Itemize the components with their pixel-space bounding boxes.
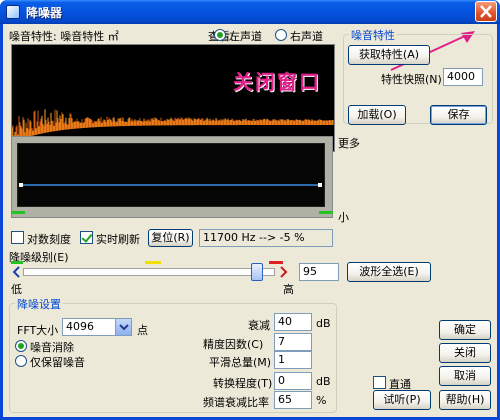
- frequency-readout: 11700 Hz --> -5 %: [199, 229, 333, 247]
- level-low-label: 低: [11, 283, 22, 296]
- precision-label: 精度因数(C): [203, 338, 264, 351]
- dialog-window: 降噪器 噪音特性: 噪音特性 ㎡ 查看: 左声道 右声道 关闭窗口: [0, 0, 500, 420]
- level-high-label: 高: [283, 283, 294, 296]
- close-window-annotation: 关闭窗口: [233, 70, 321, 94]
- preview-button[interactable]: 试听(P): [373, 390, 431, 410]
- curve-handle-left: [19, 183, 23, 187]
- curve-handle-right: [318, 183, 322, 187]
- left-channel-label: 左声道: [229, 30, 262, 43]
- snapshot-input[interactable]: 4000: [443, 68, 483, 86]
- more-label[interactable]: 更多: [338, 135, 360, 151]
- spectral-unit: %: [316, 394, 327, 407]
- noise-settings-group-title: 降噪设置: [15, 296, 63, 312]
- fft-unit-label: 点: [137, 324, 148, 337]
- smooth-input[interactable]: 1: [274, 351, 312, 369]
- log-scale-label: 对数刻度: [27, 233, 71, 246]
- level-marker-yellow: [145, 261, 161, 264]
- transition-label: 转换程度(T): [213, 377, 273, 390]
- green-marker-right: [319, 211, 333, 214]
- close-window-button[interactable]: [475, 1, 497, 22]
- app-icon: [6, 5, 20, 19]
- close-button[interactable]: 关闭: [439, 343, 491, 363]
- cancel-button[interactable]: 取消: [439, 366, 491, 386]
- spectral-input[interactable]: 65: [274, 391, 312, 409]
- level-slider-thumb[interactable]: [251, 263, 263, 281]
- load-button[interactable]: 加载(O): [348, 105, 406, 125]
- noise-profile-label: 噪音特性: 噪音特性 ㎡: [9, 30, 119, 43]
- transition-input[interactable]: 0: [274, 372, 312, 390]
- ok-button[interactable]: 确定: [439, 320, 491, 340]
- chevron-left-icon: [12, 266, 20, 278]
- realtime-label: 实时刷新: [96, 233, 140, 246]
- noise-remove-label: 噪音消除: [30, 341, 74, 354]
- noise-profile-group-title: 噪音特性: [349, 27, 397, 43]
- fft-size-value: 4096: [66, 320, 94, 333]
- spectral-label: 频谱衰减比率: [203, 396, 269, 409]
- curve-graph: [19, 183, 322, 187]
- reduce-label: 衰减: [248, 319, 270, 332]
- help-button[interactable]: 帮助(H): [439, 390, 491, 410]
- fft-size-select[interactable]: 4096: [62, 318, 132, 336]
- level-slider-track[interactable]: [23, 268, 275, 276]
- realtime-checkbox[interactable]: [80, 231, 93, 244]
- less-label[interactable]: 小: [338, 209, 349, 225]
- close-icon: [480, 5, 492, 18]
- radio-right-channel[interactable]: [275, 29, 287, 41]
- noise-curve-editor[interactable]: [11, 136, 333, 218]
- fft-size-label: FFT大小: [17, 324, 59, 337]
- save-button[interactable]: 保存: [430, 105, 487, 125]
- radio-noise-remove[interactable]: [15, 340, 27, 352]
- slider-left-arrow[interactable]: [11, 264, 21, 280]
- capture-profile-button[interactable]: 获取特性(A): [348, 45, 430, 65]
- reset-button[interactable]: 复位(R): [148, 229, 193, 247]
- transition-unit: dB: [316, 375, 331, 388]
- smooth-label: 平滑总量(M): [209, 356, 272, 369]
- slider-right-arrow[interactable]: [279, 264, 289, 280]
- radio-left-channel[interactable]: [214, 29, 226, 41]
- reduce-input[interactable]: 40: [274, 313, 312, 331]
- chevron-right-icon: [280, 266, 288, 278]
- title-bar[interactable]: 降噪器: [0, 0, 500, 24]
- dialog-client: 噪音特性: 噪音特性 ㎡ 查看: 左声道 右声道 关闭窗口 噪音特性 获取特性(…: [3, 24, 497, 417]
- log-scale-checkbox[interactable]: [11, 231, 24, 244]
- level-value-input[interactable]: 95: [299, 263, 339, 281]
- green-marker: [11, 211, 25, 214]
- keep-noise-label: 仅保留噪音: [30, 356, 85, 369]
- bypass-checkbox[interactable]: [373, 376, 386, 389]
- chevron-down-icon[interactable]: [115, 319, 131, 335]
- radio-keep-noise[interactable]: [15, 355, 27, 367]
- snapshot-label: 特性快照(N): [381, 73, 442, 86]
- right-channel-label: 右声道: [290, 30, 323, 43]
- precision-input[interactable]: 7: [274, 333, 312, 351]
- window-title: 降噪器: [26, 6, 63, 20]
- select-all-waveform-button[interactable]: 波形全选(E): [347, 262, 431, 282]
- curve-canvas[interactable]: [17, 143, 325, 207]
- reduce-unit: dB: [316, 317, 331, 330]
